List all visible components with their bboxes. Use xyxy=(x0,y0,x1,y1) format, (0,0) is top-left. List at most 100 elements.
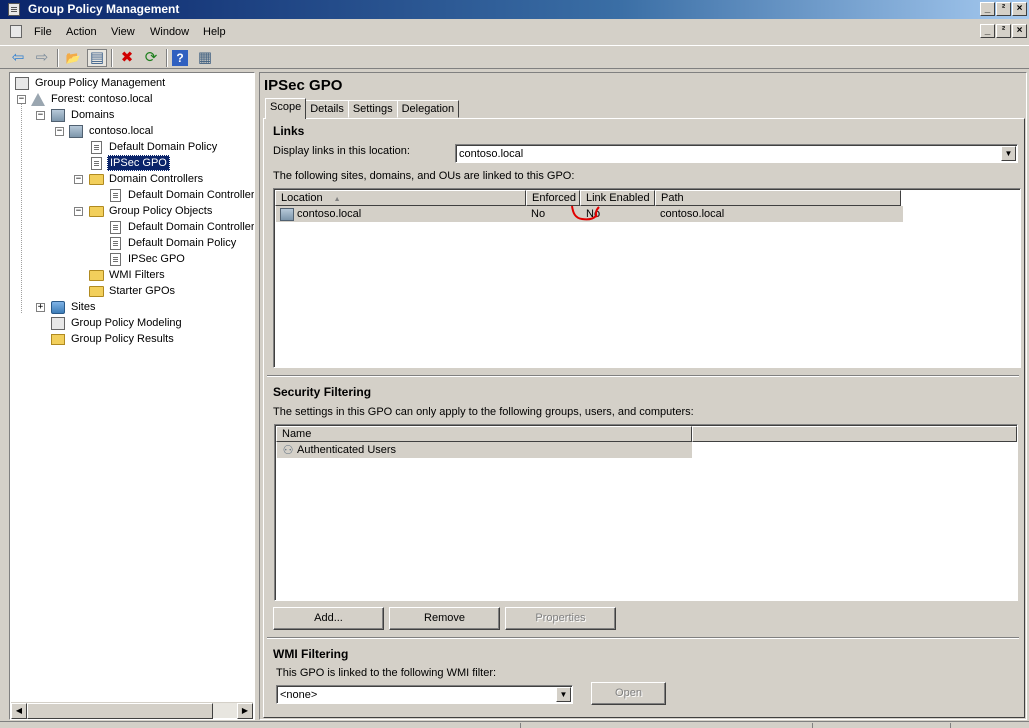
column-location[interactable]: Location ▲ xyxy=(275,190,526,206)
tree-item-gpo-ipsec[interactable]: IPSec GPO xyxy=(107,251,187,267)
tree-item-domains[interactable]: Domains xyxy=(50,107,116,123)
tree-item-default-dc-policy-link[interactable]: Default Domain Controllers xyxy=(107,187,254,203)
menu-help[interactable]: Help xyxy=(203,26,226,38)
tree-label: Default Domain Controllers xyxy=(128,221,255,233)
gpo-link-icon xyxy=(88,156,104,170)
column-location-label: Location xyxy=(281,192,323,204)
status-segment xyxy=(520,723,521,728)
tree-label-selected: IPSec GPO xyxy=(107,155,170,171)
link-enforced-cell: No xyxy=(531,208,546,220)
open-button[interactable]: Open xyxy=(591,682,666,705)
tree-item-wmi-filters[interactable]: WMI Filters xyxy=(88,267,167,283)
mdi-restore-button[interactable]: ² xyxy=(996,24,1011,38)
ou-folder-icon xyxy=(88,172,104,186)
expander-domain-controllers[interactable]: − xyxy=(74,175,83,184)
help-icon[interactable]: ? xyxy=(172,50,188,66)
maximize-button[interactable]: ² xyxy=(996,2,1011,16)
tree-item-default-domain-policy-link[interactable]: Default Domain Policy xyxy=(88,139,219,155)
tree-label: contoso.local xyxy=(89,125,154,137)
show-hide-tree-icon[interactable]: ▤ xyxy=(87,49,107,67)
tree-label: Domain Controllers xyxy=(109,173,204,185)
dropdown-arrow-icon[interactable]: ▼ xyxy=(1001,146,1016,161)
mdi-minimize-button[interactable]: _ xyxy=(980,24,995,38)
tree-item-gpo-default-domain[interactable]: Default Domain Policy xyxy=(107,235,238,251)
tree-label: Group Policy Management xyxy=(35,77,166,89)
back-icon[interactable]: ⇦ xyxy=(8,49,28,67)
tree-item-results[interactable]: Group Policy Results xyxy=(50,331,176,347)
tree-item-modeling[interactable]: Group Policy Modeling xyxy=(50,315,184,331)
tab-delegation[interactable]: Delegation xyxy=(396,100,460,118)
column-name[interactable]: Name xyxy=(276,426,692,442)
tree-item-root[interactable]: Group Policy Management xyxy=(14,75,167,91)
tree-item-ipsec-gpo-link[interactable]: IPSec GPO xyxy=(88,155,170,171)
tree-item-gpo-default-dc[interactable]: Default Domain Controllers xyxy=(107,219,255,235)
tree-item-domain-controllers[interactable]: Domain Controllers xyxy=(88,171,205,187)
expander-gpo-container[interactable]: − xyxy=(74,207,83,216)
delete-icon[interactable]: ✖ xyxy=(117,49,137,67)
column-empty xyxy=(692,426,1017,442)
up-folder-icon[interactable]: 📂 xyxy=(63,49,83,67)
scroll-thumb[interactable] xyxy=(27,703,213,719)
links-heading: Links xyxy=(273,124,305,138)
wmi-filter-combo[interactable]: <none> ▼ xyxy=(276,685,573,704)
dropdown-arrow-icon[interactable]: ▼ xyxy=(556,687,571,702)
expander-domains[interactable]: − xyxy=(36,111,45,120)
security-list-header: Name xyxy=(276,426,1017,442)
menu-action[interactable]: Action xyxy=(66,26,97,38)
menu-view[interactable]: View xyxy=(111,26,135,38)
tree-label: WMI Filters xyxy=(109,269,165,281)
domain-icon xyxy=(279,207,295,221)
gpo-icon xyxy=(107,236,123,250)
security-heading: Security Filtering xyxy=(273,385,372,399)
toolbar: ⇦ ⇨ 📂 ▤ ✖ ⟳ ? ▦ xyxy=(0,45,1029,69)
section-divider xyxy=(267,637,1019,639)
properties-button[interactable]: Properties xyxy=(505,607,616,630)
gpo-link-icon xyxy=(88,140,104,154)
add-button[interactable]: Add... xyxy=(273,607,384,630)
menu-file[interactable]: File xyxy=(34,26,52,38)
console-tree[interactable]: Group Policy Management − Forest: contos… xyxy=(9,72,255,720)
refresh-icon[interactable]: ⟳ xyxy=(141,49,161,67)
close-button[interactable]: × xyxy=(1012,2,1027,16)
tree-label: Default Domain Policy xyxy=(109,141,218,153)
tree-label: Default Domain Policy xyxy=(128,237,237,249)
minimize-button[interactable]: _ xyxy=(980,2,995,16)
window-title: Group Policy Management xyxy=(28,2,180,16)
gpo-link-icon xyxy=(107,188,123,202)
tab-scope[interactable]: Scope xyxy=(265,98,307,119)
links-list[interactable]: Location ▲ Enforced Link Enabled Path co… xyxy=(273,188,1021,368)
expander-forest[interactable]: − xyxy=(17,95,26,104)
tree-item-sites[interactable]: Sites xyxy=(50,299,97,315)
scroll-left-button[interactable]: ◀ xyxy=(11,703,27,719)
security-list[interactable]: Name ⚇ Authenticated Users xyxy=(274,424,1018,601)
tree-item-gpo-container[interactable]: Group Policy Objects xyxy=(88,203,214,219)
expander-domain[interactable]: − xyxy=(55,127,64,136)
security-row[interactable]: ⚇ Authenticated Users xyxy=(277,442,692,458)
link-location-combo[interactable]: contoso.local ▼ xyxy=(455,144,1018,163)
app-icon xyxy=(8,3,20,16)
menu-window[interactable]: Window xyxy=(150,26,189,38)
tree-horizontal-scrollbar[interactable]: ◀ ▶ xyxy=(11,702,253,719)
mdi-close-button[interactable]: × xyxy=(1012,24,1027,38)
menu-bar: File Action View Window Help _ ² × xyxy=(0,22,1029,42)
forest-icon xyxy=(30,92,46,106)
tree-item-forest[interactable]: Forest: contoso.local xyxy=(30,91,155,107)
tab-details[interactable]: Details xyxy=(305,100,349,118)
tree-item-domain[interactable]: contoso.local xyxy=(68,123,155,139)
tree-label: Sites xyxy=(71,301,96,313)
forward-icon[interactable]: ⇨ xyxy=(32,49,52,67)
tab-settings[interactable]: Settings xyxy=(347,100,398,118)
tree-label: Group Policy Modeling xyxy=(71,317,182,329)
red-annotation-mark xyxy=(571,205,600,221)
column-path[interactable]: Path xyxy=(655,190,901,206)
scroll-right-button[interactable]: ▶ xyxy=(237,703,253,719)
sort-ascending-icon: ▲ xyxy=(333,196,341,203)
system-menu-icon[interactable] xyxy=(10,25,22,38)
modeling-icon xyxy=(50,316,66,330)
tree-item-starter-gpos[interactable]: Starter GPOs xyxy=(88,283,177,299)
remove-button[interactable]: Remove xyxy=(389,607,500,630)
expander-sites[interactable]: + xyxy=(36,303,45,312)
results-icon xyxy=(50,332,66,346)
properties-icon[interactable]: ▦ xyxy=(195,49,215,67)
tree-label: Starter GPOs xyxy=(109,285,176,297)
